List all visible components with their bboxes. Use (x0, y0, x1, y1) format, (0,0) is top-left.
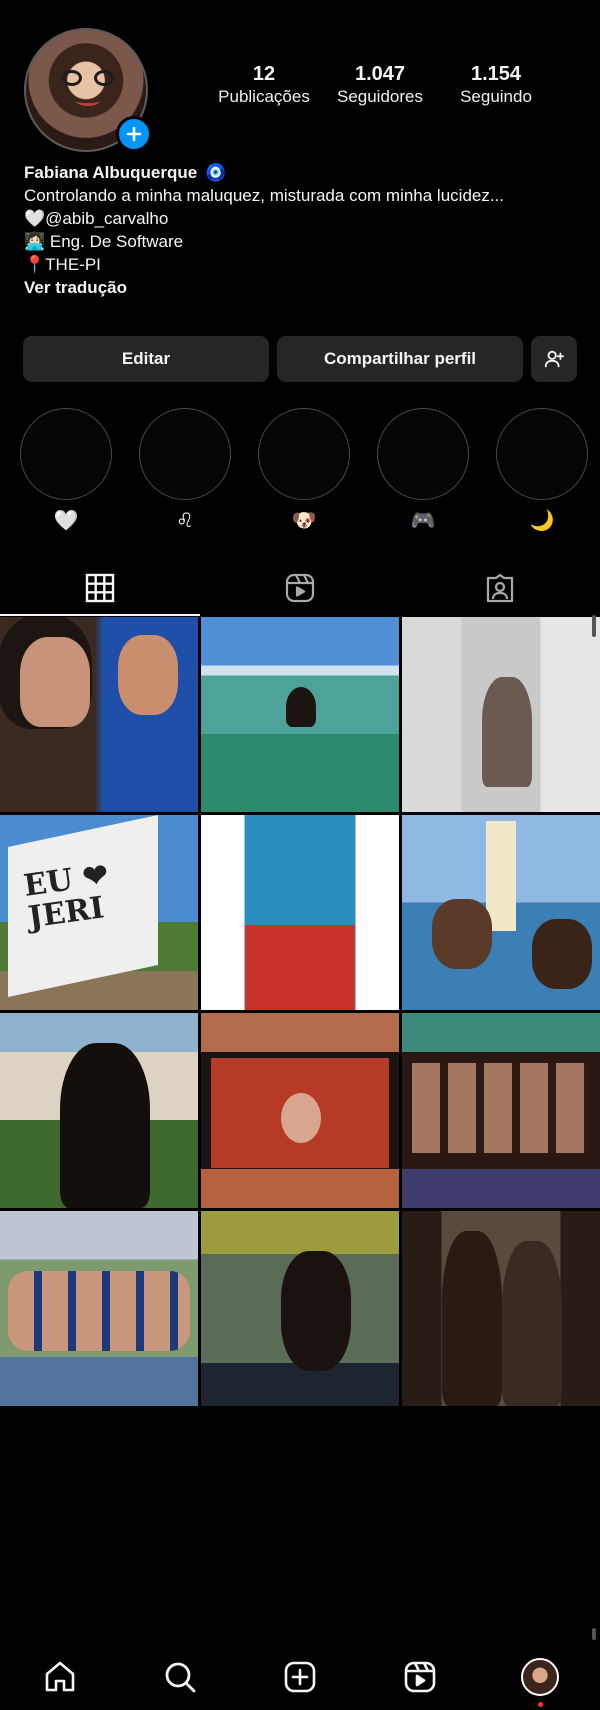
avatar (521, 1658, 559, 1696)
stat-followers[interactable]: 1.047 Seguidores (326, 62, 434, 108)
highlight-cover[interactable] (496, 408, 588, 500)
post-thumbnail[interactable] (0, 1211, 198, 1406)
bottom-nav (0, 1644, 600, 1710)
post-thumbnail[interactable] (402, 1013, 600, 1208)
grid-icon (85, 573, 115, 603)
reels-icon (404, 1661, 436, 1693)
notification-dot (538, 1702, 543, 1707)
discover-people-button[interactable] (531, 336, 577, 382)
highlight-cover[interactable] (20, 408, 112, 500)
add-story-button[interactable] (116, 116, 152, 152)
highlight-item[interactable]: ♌ (139, 408, 231, 532)
stat-value: 12 (252, 63, 276, 85)
highlight-item[interactable]: 🌙 (496, 408, 588, 532)
stat-label: Publicações (218, 87, 310, 106)
scrollbar[interactable] (592, 1628, 596, 1640)
highlight-label: 🎮 (410, 508, 436, 532)
posts-grid: EU ❤ JERI (0, 617, 600, 1406)
highlight-label: 🌙 (529, 508, 555, 532)
see-translation-link[interactable]: Ver tradução (24, 276, 584, 299)
stat-following[interactable]: 1.154 Seguindo (442, 62, 550, 108)
highlight-cover[interactable] (258, 408, 350, 500)
plus-icon (126, 126, 142, 142)
highlight-item[interactable]: 🐶 (258, 408, 350, 532)
reels-icon (285, 573, 315, 603)
highlight-item[interactable]: 🤍 (20, 408, 112, 532)
stat-label: Seguidores (336, 87, 423, 106)
stat-value: 1.154 (470, 63, 522, 85)
profile-actions: Editar Compartilhar perfil (23, 336, 577, 382)
nav-create[interactable] (270, 1647, 330, 1707)
nav-search[interactable] (150, 1647, 210, 1707)
post-thumbnail[interactable] (402, 815, 600, 1010)
stat-label: Seguindo (460, 87, 532, 106)
smile-detail (76, 96, 100, 106)
tagged-icon (486, 573, 514, 603)
highlight-cover[interactable] (377, 408, 469, 500)
bio-line: Controlando a minha maluquez, misturada … (24, 186, 505, 205)
tab-posts[interactable] (0, 560, 200, 616)
post-thumbnail[interactable] (0, 1013, 198, 1208)
bio-mention-line[interactable]: 🤍@abib_carvalho (24, 207, 584, 230)
bio-line: 📍THE-PI (24, 255, 101, 274)
name-emoji: 🧿 (205, 163, 227, 182)
profile-name-row: Fabiana Albuquerque 🧿 (24, 161, 584, 184)
story-highlights: 🤍 ♌ 🐶 🎮 🌙 (20, 408, 600, 532)
edit-profile-button[interactable]: Editar (23, 336, 269, 382)
stat-posts[interactable]: 12 Publicações (210, 62, 318, 108)
bio-line: 👩🏻‍💻 Eng. De Software (24, 232, 184, 251)
post-thumbnail[interactable] (201, 815, 399, 1010)
post-thumbnail[interactable] (201, 1211, 399, 1406)
profile-avatar[interactable] (24, 28, 152, 152)
profile-tabs (0, 560, 600, 616)
profile-bio: Fabiana Albuquerque 🧿 Controlando a minh… (24, 161, 584, 299)
plus-square-icon (284, 1661, 316, 1693)
search-icon (165, 1662, 196, 1693)
add-person-icon (544, 350, 565, 368)
highlight-label: 🤍 (53, 508, 79, 532)
profile-stats: 12 Publicações 1.047 Seguidores 1.154 Se… (210, 62, 550, 108)
post-thumbnail[interactable] (201, 1013, 399, 1208)
post-thumbnail[interactable] (0, 617, 198, 812)
nav-home[interactable] (30, 1647, 90, 1707)
sail-text: EU ❤ JERI (21, 857, 111, 936)
share-profile-button[interactable]: Compartilhar perfil (277, 336, 523, 382)
home-icon (45, 1661, 75, 1692)
highlight-label: 🐶 (291, 508, 317, 532)
highlight-item[interactable]: 🎮 (377, 408, 469, 532)
post-thumbnail[interactable] (201, 617, 399, 812)
glasses-detail (62, 70, 114, 88)
post-thumbnail[interactable] (402, 617, 600, 812)
highlight-label: ♌ (176, 508, 194, 532)
post-thumbnail[interactable] (402, 1211, 600, 1406)
tab-tagged[interactable] (400, 560, 600, 616)
scrollbar[interactable] (592, 615, 596, 637)
highlight-cover[interactable] (139, 408, 231, 500)
profile-name: Fabiana Albuquerque (24, 163, 198, 182)
stat-value: 1.047 (354, 63, 406, 85)
post-thumbnail[interactable]: EU ❤ JERI (0, 815, 198, 1010)
nav-reels[interactable] (390, 1647, 450, 1707)
nav-profile[interactable] (510, 1647, 570, 1707)
tab-reels[interactable] (200, 560, 400, 616)
